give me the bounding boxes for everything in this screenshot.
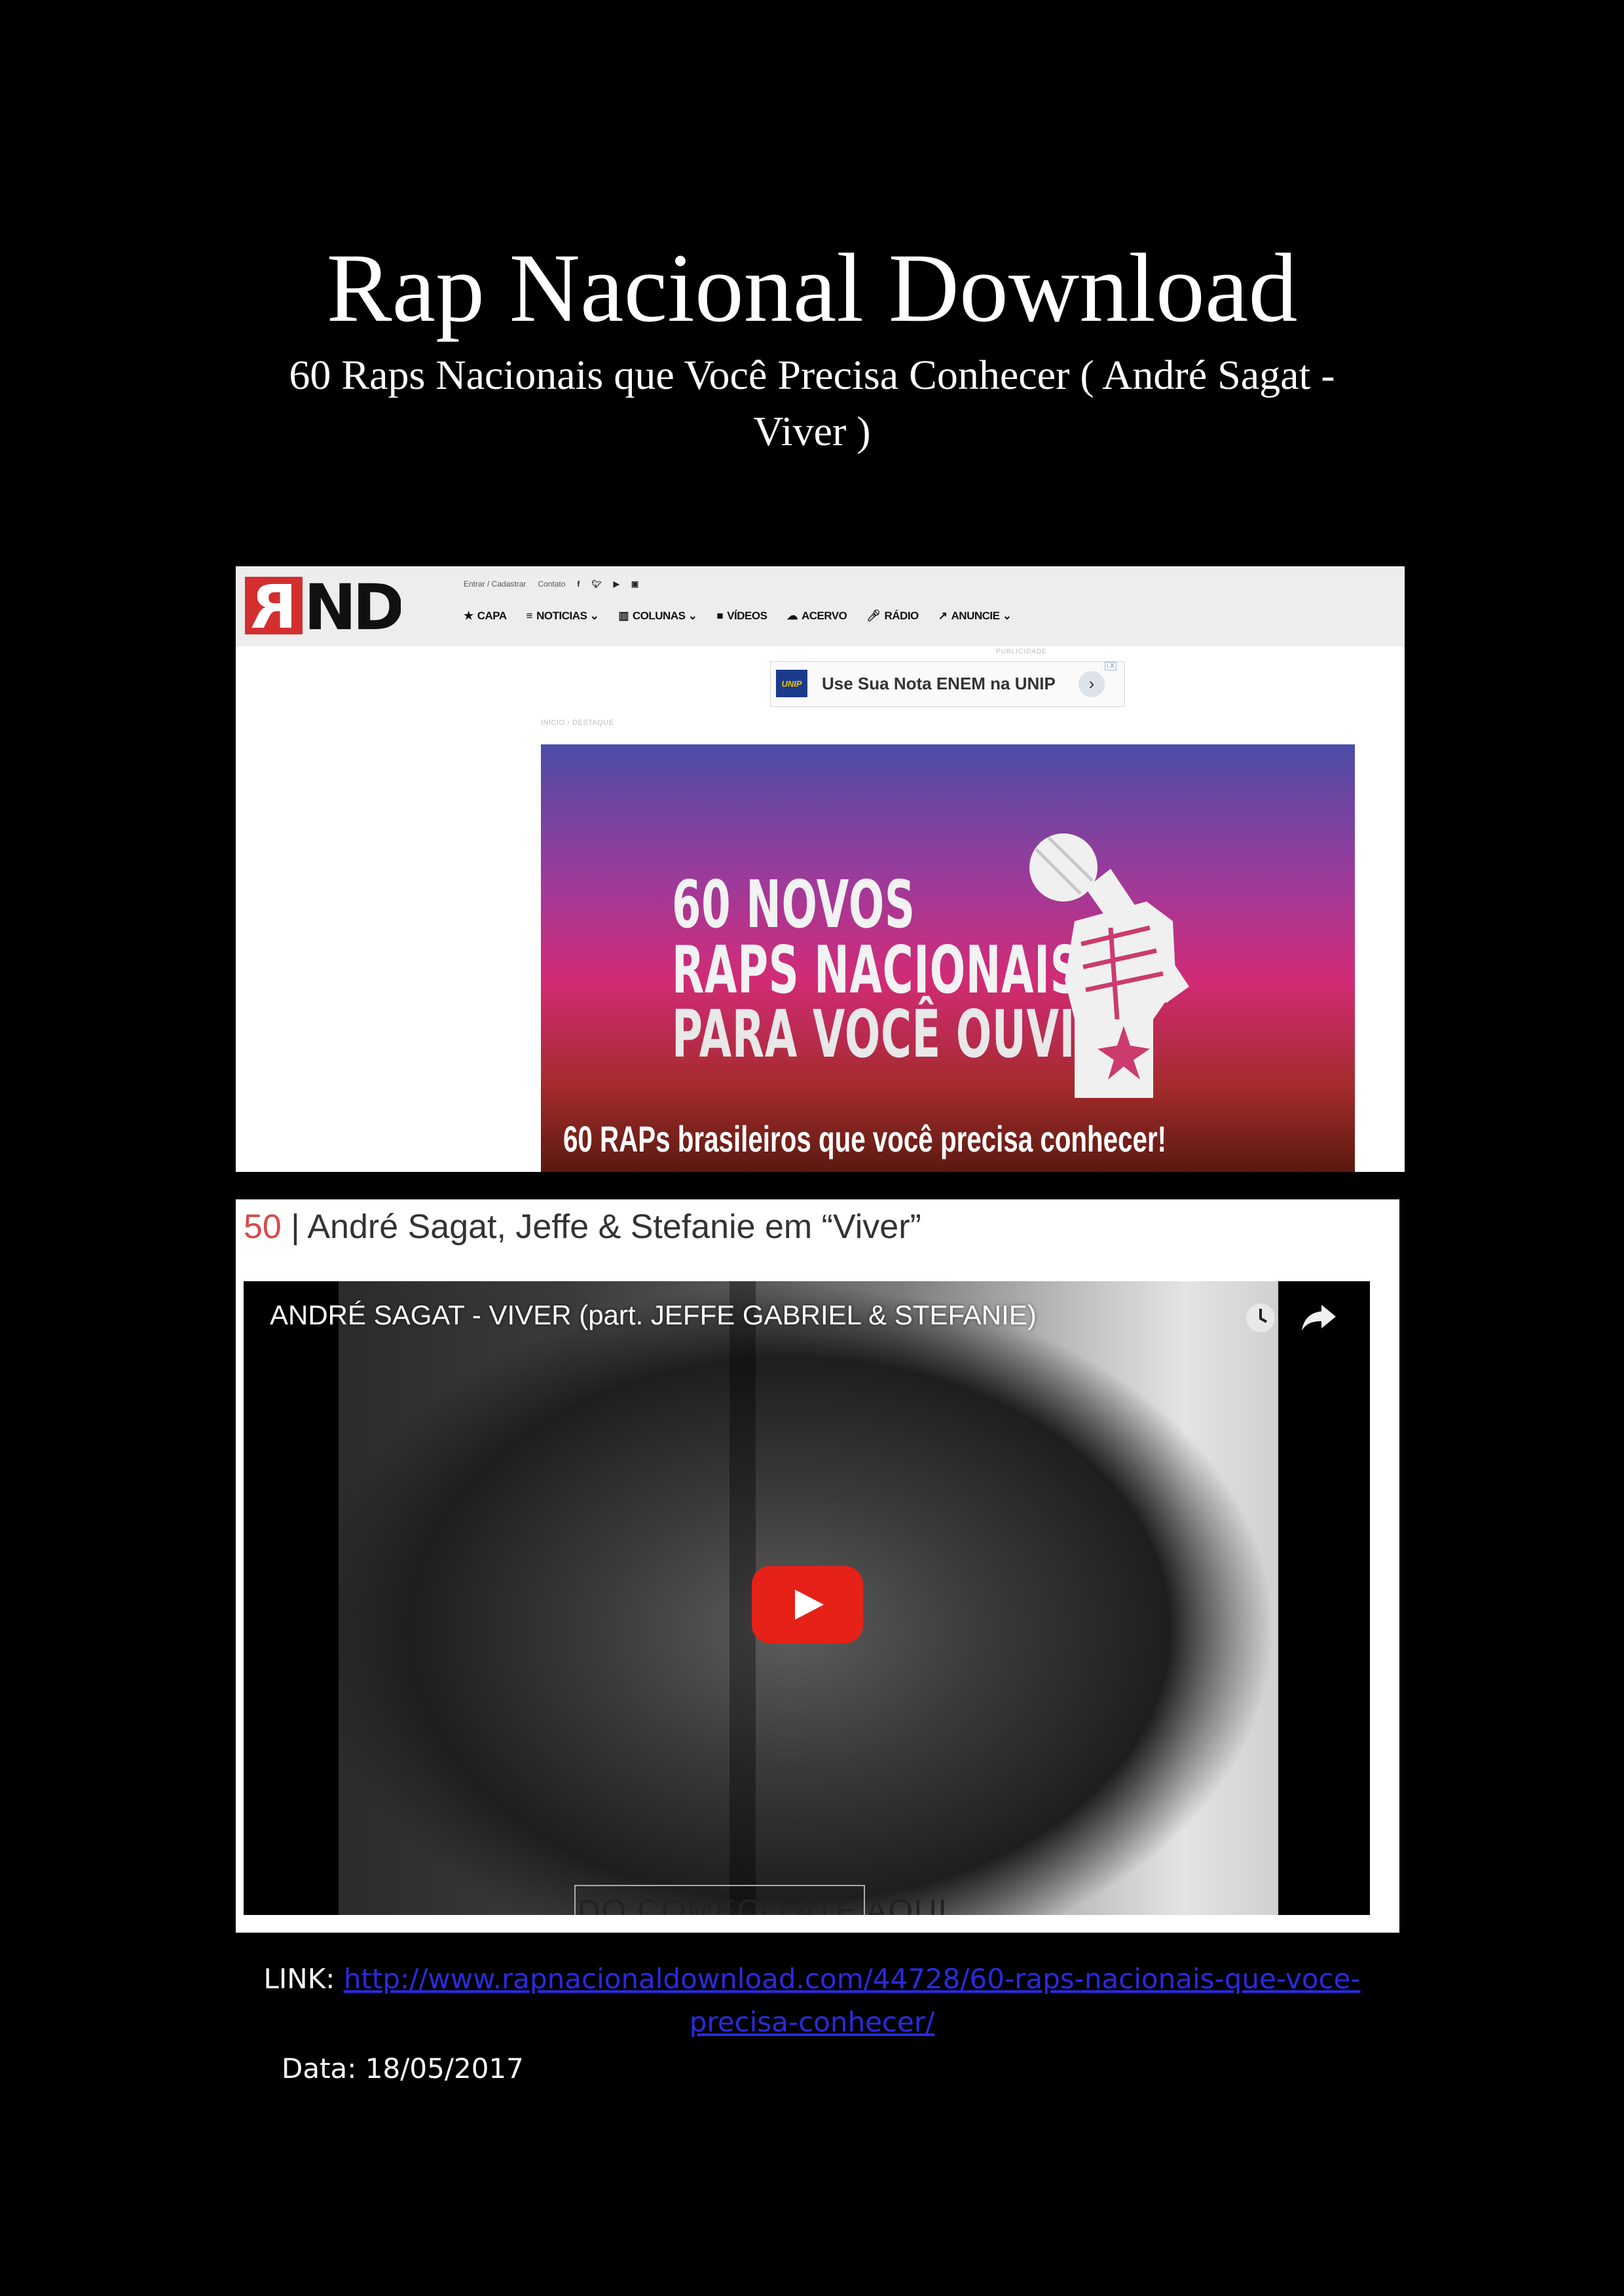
play-button-icon[interactable] <box>752 1566 863 1643</box>
main-nav: ★ CAPA ≡ NOTICIAS ⌄ ▥ COLUNAS ⌄ ■ VÍDEOS ☁ AC… <box>464 610 1012 623</box>
columns-icon: ▥ <box>618 610 629 622</box>
login-link[interactable]: Entrar / Cadastrar <box>464 579 526 589</box>
video-player[interactable]: ANDRÉ SAGAT - VIVER (part. JEFFE GABRIEL… <box>244 1281 1370 1915</box>
banner-line-1: 60 NOVOS <box>672 866 915 943</box>
star-icon: ★ <box>464 610 473 622</box>
link-label: LINK: <box>263 1963 344 1995</box>
nav-item-capa[interactable]: ★ CAPA <box>464 610 507 623</box>
chevron-down-icon: ⌄ <box>688 610 697 622</box>
chevron-down-icon: ⌄ <box>1002 610 1012 622</box>
site-header: R ND Entrar / Cadastrar Contato f 🐦︎ ▶ ▣… <box>236 566 1405 646</box>
top-links: Entrar / Cadastrar Contato f 🐦︎ ▶ ▣ <box>464 576 638 592</box>
entry-number: 50 <box>244 1208 282 1246</box>
video-screenshot: 50 | André Sagat, Jeffe & Stefanie em “V… <box>236 1199 1399 1933</box>
chart-icon: ↗ <box>938 610 948 622</box>
banner-caption: 60 RAPs brasileiros que você precisa con… <box>563 1118 1167 1159</box>
ad-banner[interactable]: UNIP Use Sua Nota ENEM na UNIP › i X <box>770 661 1125 707</box>
date-text: Data: 18/05/2017 <box>282 2052 524 2085</box>
chevron-down-icon: ⌄ <box>589 610 599 622</box>
entry-title: | André Sagat, Jeffe & Stefanie em “Vive… <box>281 1208 921 1246</box>
list-icon: ≡ <box>526 610 533 622</box>
ad-label: PUBLICIDADE <box>996 648 1047 655</box>
nav-item-anuncie[interactable]: ↗ ANUNCIE ⌄ <box>938 610 1012 623</box>
video-frame-text: DO COMEÇO ATÉ AQUI <box>578 1894 948 1915</box>
source-link[interactable]: http://www.rapnacionaldownload.com/44728… <box>344 1963 1361 2038</box>
svg-text:R: R <box>251 573 297 638</box>
article-banner[interactable]: 60 NOVOS RAPS NACIONAIS PARA VOCÊ OUVIR!… <box>541 744 1355 1172</box>
chevron-right-icon[interactable]: › <box>1079 671 1105 697</box>
clock-icon[interactable] <box>1244 1301 1278 1335</box>
svg-text:ND: ND <box>304 573 401 638</box>
link-line: LINK: http://www.rapnacionaldownload.com… <box>249 1958 1375 2044</box>
ad-text: Use Sua Nota ENEM na UNIP <box>822 674 1056 693</box>
nav-item-videos[interactable]: ■ VÍDEOS <box>716 610 767 623</box>
fist-microphone-icon <box>1029 833 1189 1098</box>
contact-link[interactable]: Contato <box>538 579 565 589</box>
document-title: Rap Nacional Download <box>326 234 1298 342</box>
microphone-icon: 🎤︎ <box>866 610 881 622</box>
video-camera-icon: ■ <box>716 610 724 622</box>
entry-heading: 50 | André Sagat, Jeffe & Stefanie em “V… <box>244 1207 921 1247</box>
document-subtitle: 60 Raps Nacionais que Você Precisa Conhe… <box>289 352 1335 454</box>
website-screenshot: R ND Entrar / Cadastrar Contato f 🐦︎ ▶ ▣… <box>236 566 1405 1172</box>
facebook-icon[interactable]: f <box>577 579 580 589</box>
video-title[interactable]: ANDRÉ SAGAT - VIVER (part. JEFFE GABRIEL… <box>270 1300 1037 1331</box>
twitter-icon[interactable]: 🐦︎ <box>591 579 601 589</box>
nav-item-radio[interactable]: 🎤︎ RÁDIO <box>866 610 919 623</box>
youtube-icon[interactable]: ▶ <box>614 579 619 589</box>
breadcrumb: INÍCIO › DESTAQUE <box>541 719 614 727</box>
nav-item-noticias[interactable]: ≡ NOTICIAS ⌄ <box>526 610 599 623</box>
instagram-icon[interactable]: ▣ <box>631 579 638 589</box>
cloud-download-icon: ☁ <box>786 610 798 622</box>
ad-choices-icon[interactable]: i X <box>1105 662 1116 670</box>
nav-item-colunas[interactable]: ▥ COLUNAS ⌄ <box>618 610 697 623</box>
nav-item-acervo[interactable]: ☁ ACERVO <box>786 610 847 623</box>
unip-logo: UNIP <box>776 670 807 697</box>
share-icon[interactable] <box>1299 1301 1338 1335</box>
rnd-logo[interactable]: R ND <box>244 573 401 638</box>
